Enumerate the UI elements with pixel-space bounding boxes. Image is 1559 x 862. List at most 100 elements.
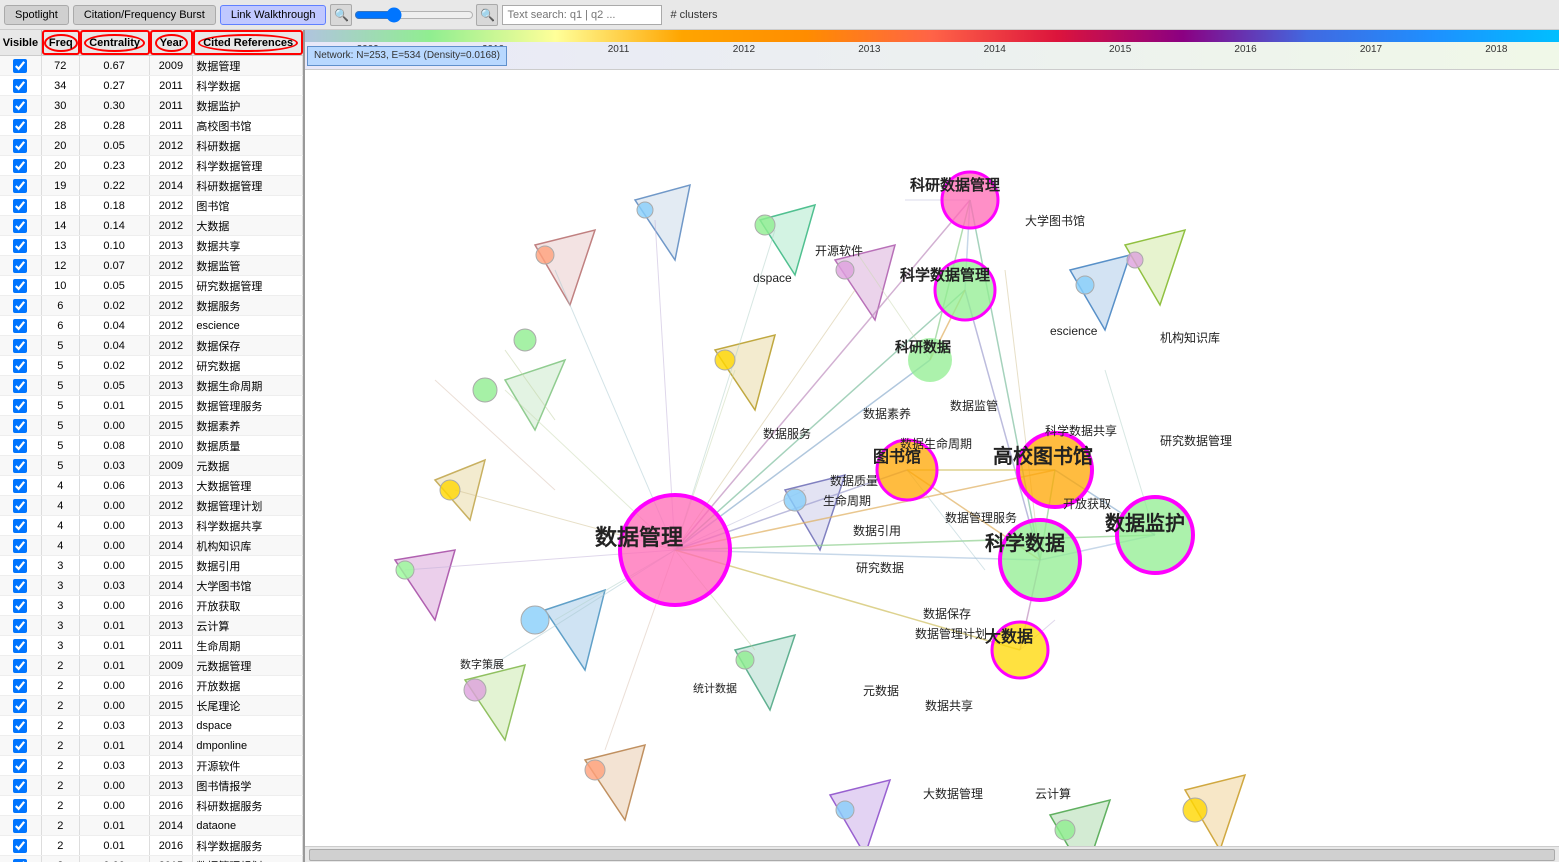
- cell-freq: 28: [42, 116, 80, 135]
- cell-freq: 20: [42, 156, 80, 175]
- cell-freq: 2: [42, 736, 80, 755]
- cell-visible: [0, 556, 42, 575]
- row-visible-checkbox[interactable]: [13, 759, 27, 773]
- tab-spotlight[interactable]: Spotlight: [4, 5, 69, 25]
- cell-visible: [0, 576, 42, 595]
- cell-freq: 5: [42, 436, 80, 455]
- cell-cited: 开源软件: [193, 756, 303, 775]
- network-label: 数据服务: [763, 426, 811, 441]
- cell-visible: [0, 56, 42, 75]
- cell-freq: 18: [42, 196, 80, 215]
- table-row: 2 0.01 2014 dataone: [0, 816, 303, 836]
- row-visible-checkbox[interactable]: [13, 559, 27, 573]
- horizontal-scrollbar[interactable]: [309, 849, 1555, 861]
- row-visible-checkbox[interactable]: [13, 159, 27, 173]
- cell-year: 2009: [150, 656, 194, 675]
- network-label: 数据共享: [925, 698, 973, 713]
- cell-cited: 长尾理论: [193, 696, 303, 715]
- cell-freq: 3: [42, 556, 80, 575]
- row-visible-checkbox[interactable]: [13, 399, 27, 413]
- row-visible-checkbox[interactable]: [13, 599, 27, 613]
- row-visible-checkbox[interactable]: [13, 99, 27, 113]
- row-visible-checkbox[interactable]: [13, 439, 27, 453]
- col-header-visible[interactable]: Visible: [0, 30, 42, 55]
- row-visible-checkbox[interactable]: [13, 819, 27, 833]
- cell-cited: 数据质量: [193, 436, 303, 455]
- row-visible-checkbox[interactable]: [13, 379, 27, 393]
- cell-year: 2016: [150, 676, 194, 695]
- row-visible-checkbox[interactable]: [13, 59, 27, 73]
- col-header-year[interactable]: Year: [150, 30, 194, 55]
- row-visible-checkbox[interactable]: [13, 799, 27, 813]
- row-visible-checkbox[interactable]: [13, 539, 27, 553]
- network-node[interactable]: [1117, 497, 1193, 573]
- row-visible-checkbox[interactable]: [13, 859, 27, 862]
- zoom-in-button[interactable]: 🔍: [330, 4, 352, 26]
- network-label: 科学数据: [985, 531, 1065, 555]
- cell-centrality: 0.01: [80, 736, 150, 755]
- col-header-centrality[interactable]: Centrality: [80, 30, 150, 55]
- row-visible-checkbox[interactable]: [13, 659, 27, 673]
- cell-freq: 4: [42, 536, 80, 555]
- cell-cited: 大数据: [193, 216, 303, 235]
- row-visible-checkbox[interactable]: [13, 419, 27, 433]
- tab-citation-burst[interactable]: Citation/Frequency Burst: [73, 5, 216, 25]
- row-visible-checkbox[interactable]: [13, 579, 27, 593]
- cell-freq: 6: [42, 296, 80, 315]
- row-visible-checkbox[interactable]: [13, 199, 27, 213]
- row-visible-checkbox[interactable]: [13, 319, 27, 333]
- row-visible-checkbox[interactable]: [13, 459, 27, 473]
- row-visible-checkbox[interactable]: [13, 339, 27, 353]
- row-visible-checkbox[interactable]: [13, 839, 27, 853]
- row-visible-checkbox[interactable]: [13, 179, 27, 193]
- row-visible-checkbox[interactable]: [13, 79, 27, 93]
- content-area: Visible Freq Centrality Year Cited Refer…: [0, 30, 1559, 862]
- tab-link-walkthrough[interactable]: Link Walkthrough: [220, 5, 327, 25]
- row-visible-checkbox[interactable]: [13, 299, 27, 313]
- row-visible-checkbox[interactable]: [13, 119, 27, 133]
- col-header-cited[interactable]: Cited References: [193, 30, 303, 55]
- cell-year: 2012: [150, 196, 194, 215]
- table-row: 2 0.00 2015 长尾理论: [0, 696, 303, 716]
- search-input[interactable]: [502, 5, 662, 25]
- network-canvas[interactable]: 数据管理科学数据数据监护高校图书馆科研数据管理科学数据管理图书馆大数据科研数据数…: [305, 70, 1559, 846]
- network-node[interactable]: [1018, 433, 1092, 507]
- row-visible-checkbox[interactable]: [13, 679, 27, 693]
- network-shape: [585, 745, 645, 820]
- row-visible-checkbox[interactable]: [13, 479, 27, 493]
- row-visible-checkbox[interactable]: [13, 259, 27, 273]
- col-header-freq[interactable]: Freq: [42, 30, 80, 55]
- timeline-slider[interactable]: [354, 6, 474, 24]
- row-visible-checkbox[interactable]: [13, 239, 27, 253]
- row-visible-checkbox[interactable]: [13, 139, 27, 153]
- row-visible-checkbox[interactable]: [13, 219, 27, 233]
- cell-centrality: 0.01: [80, 616, 150, 635]
- cell-centrality: 0.00: [80, 536, 150, 555]
- row-visible-checkbox[interactable]: [13, 719, 27, 733]
- row-visible-checkbox[interactable]: [13, 739, 27, 753]
- network-node[interactable]: [620, 495, 730, 605]
- network-node[interactable]: [1000, 520, 1080, 600]
- cell-centrality: 0.00: [80, 516, 150, 535]
- cell-centrality: 0.00: [80, 856, 150, 862]
- cell-centrality: 0.10: [80, 236, 150, 255]
- row-visible-checkbox[interactable]: [13, 279, 27, 293]
- table-body[interactable]: 72 0.67 2009 数据管理 34 0.27 2011 科学数据 30 0…: [0, 56, 303, 862]
- cell-visible: [0, 776, 42, 795]
- cell-visible: [0, 656, 42, 675]
- row-visible-checkbox[interactable]: [13, 779, 27, 793]
- table-row: 30 0.30 2011 数据监护: [0, 96, 303, 116]
- cell-freq: 5: [42, 336, 80, 355]
- row-visible-checkbox[interactable]: [13, 359, 27, 373]
- row-visible-checkbox[interactable]: [13, 499, 27, 513]
- cell-centrality: 0.03: [80, 456, 150, 475]
- network-label: 开源软件: [815, 244, 863, 258]
- row-visible-checkbox[interactable]: [13, 619, 27, 633]
- row-visible-checkbox[interactable]: [13, 699, 27, 713]
- year-label: 2014: [932, 44, 1057, 55]
- zoom-out-button[interactable]: 🔍: [476, 4, 498, 26]
- row-visible-checkbox[interactable]: [13, 519, 27, 533]
- network-small-node: [464, 679, 486, 701]
- row-visible-checkbox[interactable]: [13, 639, 27, 653]
- cell-visible: [0, 736, 42, 755]
